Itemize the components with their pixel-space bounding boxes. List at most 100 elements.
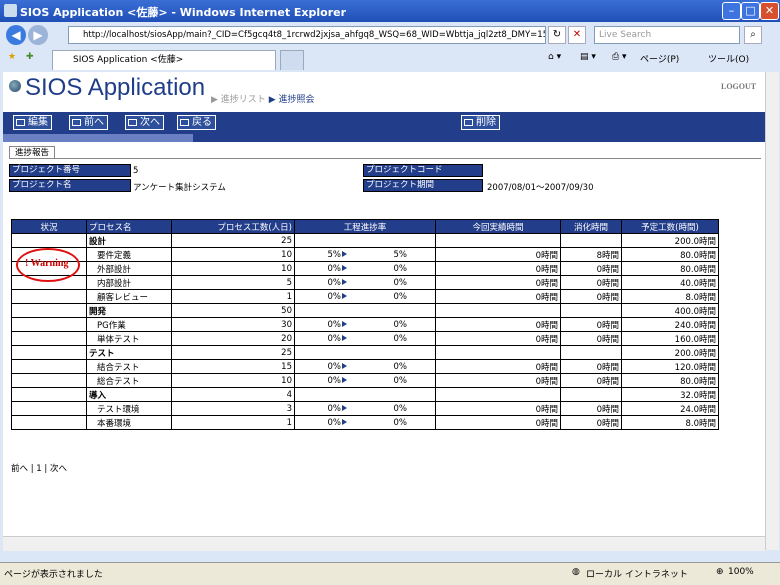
pager-separator: | (30, 464, 34, 474)
process-name-cell: テスト (86, 345, 172, 360)
stop-icon[interactable]: ✕ (568, 26, 586, 44)
actual-hours-cell: 0時間 (435, 261, 561, 276)
search-icon[interactable]: ⌕ (744, 26, 762, 44)
project-name-value: アンケート集計システム (133, 183, 226, 193)
progress-cell: 0% 0% (294, 317, 436, 332)
table-row: テスト環境 3 0% 0% 0時間 0時間 24.0時間 (11, 401, 719, 416)
col-actual-hours: 今回実績時間 (435, 219, 561, 234)
planned-hours-cell: 240.0時間 (621, 317, 719, 332)
tab-row: ★ ✚ SIOS Application <佐藤> ⌂ ▾ ▤ ▾ ⎙ ▾ ペー… (0, 48, 780, 72)
refresh-icon[interactable]: ↻ (548, 26, 566, 44)
pager-next-link[interactable]: 次へ (50, 464, 67, 474)
action-toolbar: 編集 前へ 次へ 戻る 削除 (3, 112, 765, 134)
tools-menu[interactable]: ツール(O) (708, 52, 749, 65)
used-hours-cell (560, 387, 622, 402)
table-row: 開発 50 400.0時間 (11, 303, 719, 318)
tab-divider (9, 158, 761, 159)
used-hours-cell: 0時間 (560, 359, 622, 374)
work-days-cell: 5 (171, 275, 295, 290)
table-header-row: 状況 プロセス名 プロセス工数(人日) 工程進捗率 今回実績時間 消化時間 予定… (11, 219, 719, 234)
actual-hours-cell: 0時間 (435, 415, 561, 430)
planned-hours-cell: 80.0時間 (621, 373, 719, 388)
status-cell (11, 331, 87, 346)
actual-hours-cell (435, 303, 561, 318)
logout-link[interactable]: LOGOUT (721, 82, 756, 91)
used-hours-cell: 0時間 (560, 275, 622, 290)
project-code-label: プロジェクトコード (363, 164, 483, 177)
back-button[interactable]: 戻る (177, 115, 216, 130)
progress-value: 0% (327, 375, 342, 386)
used-hours-cell: 0時間 (560, 415, 622, 430)
progress-cell: 0% 0% (294, 261, 436, 276)
table-row: 外部設計 10 0% 0% 0時間 0時間 80.0時間 (11, 261, 719, 276)
pager-prev-link[interactable]: 前へ (11, 464, 28, 474)
col-status: 状況 (11, 219, 87, 234)
used-hours-cell: 0時間 (560, 331, 622, 346)
grid-icon (72, 119, 81, 126)
process-name-cell: 開発 (86, 303, 172, 318)
planned-hours-cell: 24.0時間 (621, 401, 719, 416)
toolbar-stripe-dark (193, 134, 765, 142)
pager-page-number[interactable]: 1 (36, 464, 41, 474)
window-titlebar: SIOS Application <佐藤> - Windows Internet… (0, 0, 780, 22)
search-input[interactable]: Live Search (594, 26, 740, 44)
used-hours-cell: 0時間 (560, 289, 622, 304)
process-name-cell: 要件定義 (86, 247, 172, 262)
work-days-cell: 15 (171, 359, 295, 374)
progress-table: 状況 プロセス名 プロセス工数(人日) 工程進捗率 今回実績時間 消化時間 予定… (11, 219, 719, 430)
breadcrumb: ▶ 進捗リスト ▶ 進捗照会 (211, 95, 315, 105)
delete-button[interactable]: 削除 (461, 115, 500, 130)
breadcrumb-list[interactable]: 進捗リスト (221, 95, 266, 105)
actual-hours-cell (435, 345, 561, 360)
security-zone: ローカル イントラネット (586, 570, 688, 580)
planned-hours-cell: 120.0時間 (621, 359, 719, 374)
actual-hours-cell: 0時間 (435, 247, 561, 262)
progress-cell: 0% 0% (294, 359, 436, 374)
actual-hours-cell: 0時間 (435, 331, 561, 346)
progress-value: 0% (393, 375, 408, 386)
edit-button[interactable]: 編集 (13, 115, 52, 130)
status-cell (11, 303, 87, 318)
browser-tab[interactable]: SIOS Application <佐藤> (52, 50, 276, 70)
col-planned-hours: 予定工数(時間) (621, 219, 719, 234)
favorites-star-icon[interactable]: ★ (8, 52, 16, 62)
table-row: 本番環境 1 0% 0% 0時間 0時間 8.0時間 (11, 415, 719, 430)
actual-hours-cell: 0時間 (435, 359, 561, 374)
pager-separator: | (44, 464, 48, 474)
page-menu[interactable]: ページ(P) (640, 52, 679, 65)
feeds-icon[interactable]: ▤ ▾ (580, 52, 596, 62)
actual-hours-cell: 0時間 (435, 373, 561, 388)
zoom-level[interactable]: 100% (728, 567, 754, 577)
progress-cell: 0% 0% (294, 415, 436, 430)
close-button[interactable]: ✕ (760, 2, 779, 20)
home-icon[interactable]: ⌂ ▾ (548, 52, 561, 62)
horizontal-scrollbar[interactable] (3, 536, 765, 551)
process-name-cell: 単体テスト (86, 331, 172, 346)
address-bar[interactable]: http://localhost/siosApp/main?_CID=Cf5gc… (68, 26, 546, 44)
ie-icon (4, 4, 17, 17)
print-icon[interactable]: ⎙ ▾ (612, 52, 627, 62)
vertical-scrollbar[interactable] (765, 72, 779, 550)
minimize-button[interactable]: – (722, 2, 741, 20)
progress-value: 0% (327, 263, 342, 274)
forward-icon[interactable]: ▶ (28, 25, 48, 45)
progress-value: 0% (327, 333, 342, 344)
table-row: 総合テスト 10 0% 0% 0時間 0時間 80.0時間 (11, 373, 719, 388)
grid-icon (128, 119, 137, 126)
maximize-button[interactable]: □ (741, 2, 760, 20)
new-tab-button[interactable] (280, 50, 304, 70)
progress-cell (294, 345, 436, 360)
back-icon[interactable]: ◀ (6, 25, 26, 45)
next-button[interactable]: 次へ (125, 115, 164, 130)
add-favorite-icon[interactable]: ✚ (26, 52, 34, 62)
prev-button[interactable]: 前へ (69, 115, 108, 130)
work-days-cell: 3 (171, 401, 295, 416)
process-name-cell: 設計 (86, 233, 172, 248)
actual-hours-cell (435, 233, 561, 248)
work-days-cell: 10 (171, 261, 295, 276)
progress-cell: 5% 5% (294, 247, 436, 262)
work-days-cell: 10 (171, 247, 295, 262)
project-no-value: 5 (133, 166, 139, 176)
progress-value: 0% (393, 291, 408, 302)
warning-badge: ! Warning (25, 258, 69, 269)
